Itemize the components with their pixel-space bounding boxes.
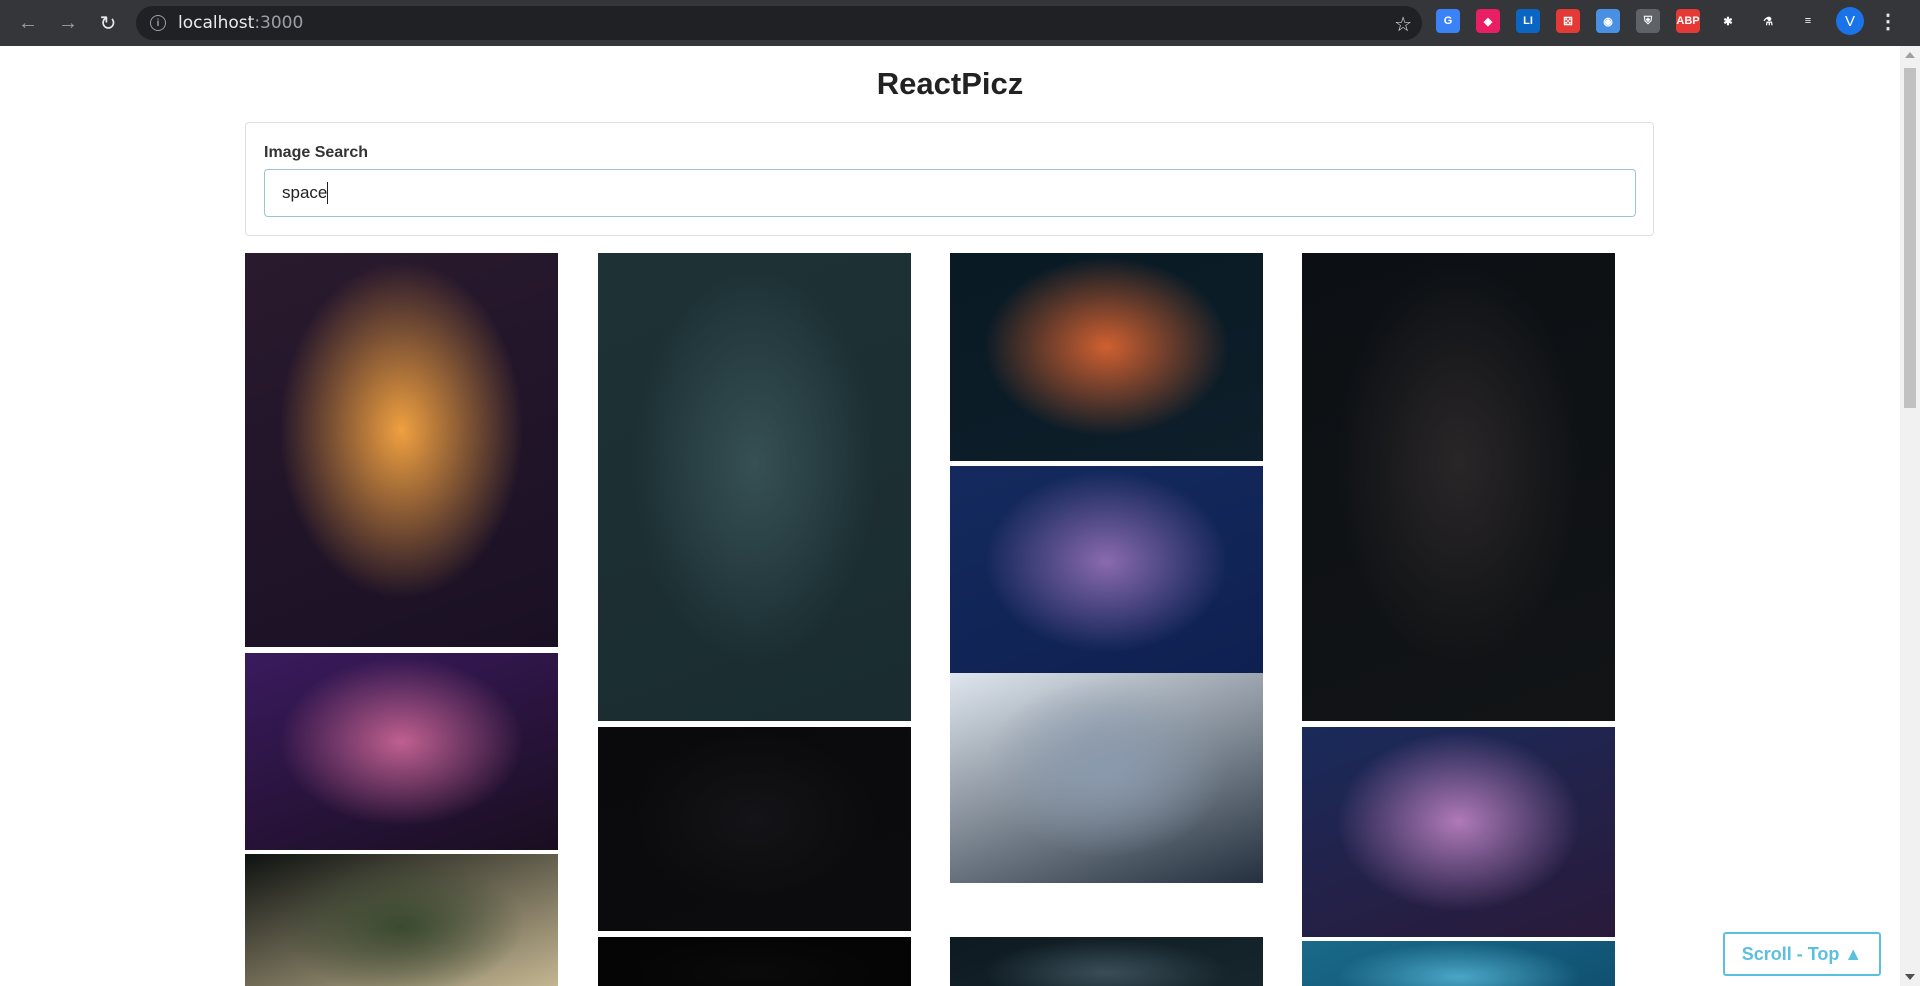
dark-starfield-photo bbox=[598, 727, 911, 931]
search-label: Image Search bbox=[264, 144, 369, 161]
dark-milky-way-vertical-photo bbox=[1302, 253, 1615, 721]
text-caret bbox=[327, 182, 328, 204]
dice-extension-icon[interactable]: ⚄ bbox=[1556, 9, 1580, 33]
andromeda-galaxy-photo bbox=[245, 854, 558, 986]
page-scrollbar[interactable] bbox=[1900, 46, 1920, 986]
url-host: localhost bbox=[178, 13, 255, 33]
color-picker-extension-icon[interactable]: ◆ bbox=[1476, 9, 1500, 33]
scroll-top-button[interactable]: Scroll - Top ▲ bbox=[1723, 932, 1881, 976]
page-viewport: ReactPicz Image Search bbox=[0, 46, 1900, 986]
orange-nebula-swirl-photo bbox=[245, 253, 558, 647]
blue-arc-horizon-photo bbox=[1302, 941, 1615, 986]
image-grid bbox=[245, 253, 1615, 986]
search-card: Image Search bbox=[245, 122, 1654, 236]
search-input[interactable] bbox=[264, 169, 1636, 217]
linkedin-extension-icon[interactable]: LI bbox=[1516, 9, 1540, 33]
browser-menu-icon[interactable]: ⋮ bbox=[1878, 9, 1898, 34]
gallery-image[interactable] bbox=[598, 253, 911, 721]
gallery-image[interactable] bbox=[1302, 253, 1615, 721]
blue-milky-way-photo bbox=[950, 466, 1263, 678]
star-warp-burst-photo bbox=[598, 253, 911, 721]
screenshot-extension-icon[interactable]: ◉ bbox=[1596, 9, 1620, 33]
gallery-image[interactable] bbox=[245, 854, 558, 986]
site-info-icon[interactable]: i bbox=[150, 15, 166, 31]
scroll-down-arrow-icon[interactable] bbox=[1905, 974, 1915, 980]
blue-galaxy-glow-photo bbox=[1302, 727, 1615, 937]
gallery-image[interactable] bbox=[950, 253, 1263, 461]
gallery-image[interactable] bbox=[598, 727, 911, 931]
labs-flask-icon[interactable]: ⚗ bbox=[1756, 9, 1780, 33]
browser-toolbar: ← → ↻ i localhost:3000 ☆ G ◆ LI ⚄ ◉ ⛨ ABP ✱ ⚗ ≡ V ⋮ bbox=[0, 0, 1920, 46]
forward-arrow-icon[interactable]: → bbox=[50, 5, 86, 41]
purple-night-sky-horizon-photo bbox=[245, 653, 558, 850]
extensions-area: G ◆ LI ⚄ ◉ ⛨ ABP ✱ ⚗ ≡ V ⋮ bbox=[1436, 7, 1898, 35]
gallery-image[interactable] bbox=[245, 253, 558, 647]
url-port: :3000 bbox=[254, 13, 304, 33]
puzzle-extensions-icon[interactable]: ✱ bbox=[1716, 9, 1740, 33]
media-queue-icon[interactable]: ≡ bbox=[1796, 9, 1820, 33]
night-sky-teal-photo bbox=[950, 937, 1263, 986]
reload-icon[interactable]: ↻ bbox=[90, 5, 126, 41]
grammarly-extension-icon[interactable]: G bbox=[1436, 9, 1460, 33]
address-bar[interactable]: i localhost:3000 ☆ bbox=[136, 6, 1422, 40]
address-url: localhost:3000 bbox=[178, 13, 303, 33]
gallery-image[interactable] bbox=[950, 673, 1263, 883]
back-arrow-icon[interactable]: ← bbox=[10, 5, 46, 41]
milky-way-core-photo bbox=[950, 253, 1263, 461]
earth-from-space-station-photo bbox=[950, 673, 1263, 883]
gallery-image[interactable] bbox=[950, 466, 1263, 678]
adblock-extension-icon[interactable]: ABP bbox=[1676, 9, 1700, 33]
gallery-image[interactable] bbox=[950, 937, 1263, 986]
shield-extension-icon[interactable]: ⛨ bbox=[1636, 9, 1660, 33]
bookmark-star-icon[interactable]: ☆ bbox=[1394, 12, 1412, 37]
scroll-up-arrow-icon[interactable] bbox=[1905, 52, 1915, 58]
gallery-image[interactable] bbox=[245, 653, 558, 850]
gallery-image[interactable] bbox=[598, 937, 911, 986]
gallery-image[interactable] bbox=[1302, 727, 1615, 937]
gallery-image[interactable] bbox=[1302, 941, 1615, 986]
profile-avatar[interactable]: V bbox=[1836, 7, 1864, 35]
page-title: ReactPicz bbox=[876, 66, 1024, 101]
black-space-photo bbox=[598, 937, 911, 986]
scrollbar-thumb[interactable] bbox=[1904, 68, 1916, 408]
